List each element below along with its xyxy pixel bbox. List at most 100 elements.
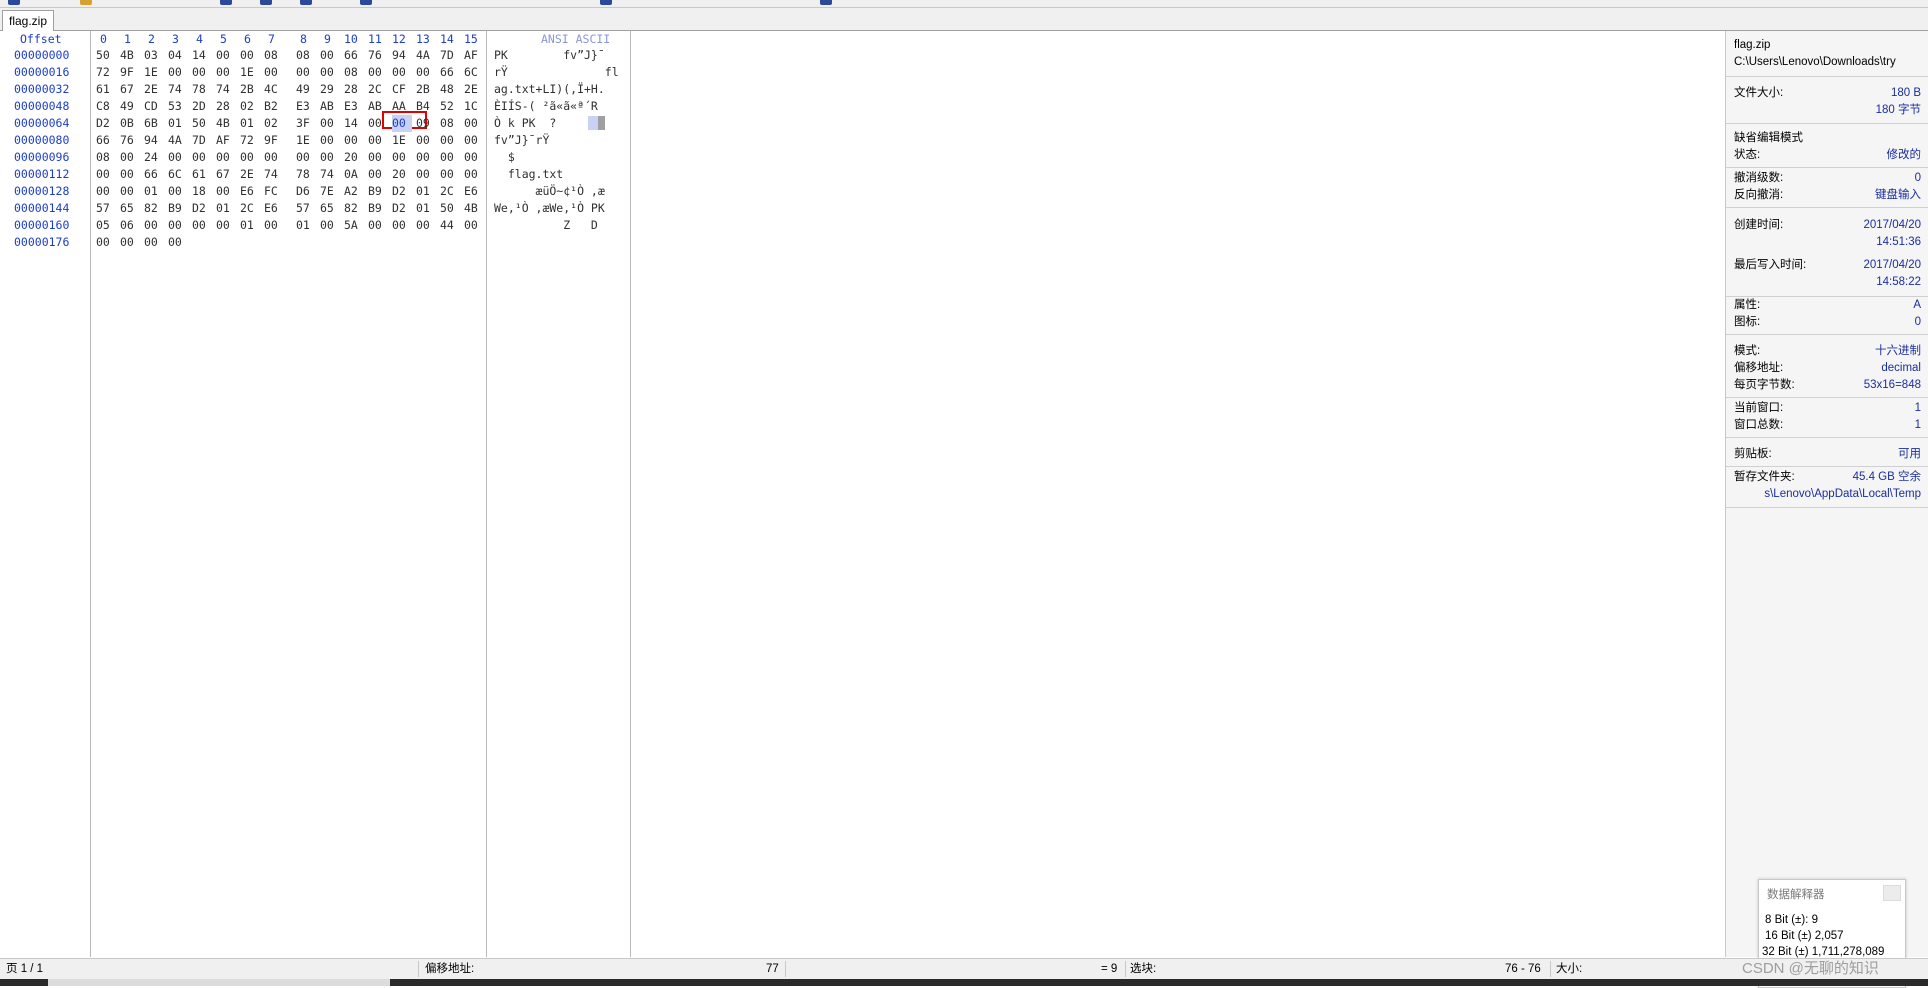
- hex-byte[interactable]: 00: [416, 149, 436, 166]
- hex-byte[interactable]: AB: [368, 98, 388, 115]
- hex-byte[interactable]: 2E: [144, 81, 164, 98]
- hex-byte[interactable]: 2E: [464, 81, 484, 98]
- hex-byte[interactable]: 82: [344, 200, 364, 217]
- hex-byte[interactable]: 1C: [464, 98, 484, 115]
- hex-byte[interactable]: 00: [320, 149, 340, 166]
- hex-byte[interactable]: 00: [416, 64, 436, 81]
- hex-byte[interactable]: 6C: [168, 166, 188, 183]
- hex-byte[interactable]: AB: [320, 98, 340, 115]
- hex-byte[interactable]: 00: [264, 149, 284, 166]
- hex-byte[interactable]: 1E: [392, 132, 412, 149]
- ascii-cell[interactable]: ÈIÍS-( ²ã«ã«ª´R: [494, 98, 598, 115]
- hex-byte[interactable]: 09: [416, 115, 436, 132]
- hex-byte[interactable]: 48: [440, 81, 460, 98]
- hex-byte[interactable]: 2B: [240, 81, 260, 98]
- hex-byte[interactable]: 78: [296, 166, 316, 183]
- hex-byte[interactable]: B9: [368, 183, 388, 200]
- hex-byte[interactable]: 00: [320, 115, 340, 132]
- hex-byte[interactable]: 76: [368, 47, 388, 64]
- hex-byte[interactable]: 00: [392, 115, 412, 132]
- hex-byte[interactable]: AF: [464, 47, 484, 64]
- hex-byte[interactable]: 00: [416, 217, 436, 234]
- hex-byte[interactable]: 01: [216, 200, 236, 217]
- hex-byte[interactable]: 66: [144, 166, 164, 183]
- hex-byte[interactable]: 7D: [192, 132, 212, 149]
- hex-byte[interactable]: 00: [368, 166, 388, 183]
- ascii-cell[interactable]: We‚¹Ò ,æWe‚¹Ò PK: [494, 200, 605, 217]
- hex-byte[interactable]: 00: [440, 149, 460, 166]
- hex-byte[interactable]: 65: [120, 200, 140, 217]
- hex-byte[interactable]: 2C: [440, 183, 460, 200]
- hex-byte[interactable]: A2: [344, 183, 364, 200]
- ascii-cell[interactable]: Z D: [494, 217, 598, 234]
- hex-byte[interactable]: 50: [96, 47, 116, 64]
- hex-byte[interactable]: 00: [320, 132, 340, 149]
- hex-byte[interactable]: 00: [216, 64, 236, 81]
- hex-byte[interactable]: 4A: [168, 132, 188, 149]
- hex-byte[interactable]: 0A: [344, 166, 364, 183]
- hex-byte[interactable]: 00: [192, 64, 212, 81]
- hex-byte[interactable]: 7D: [440, 47, 460, 64]
- hex-byte[interactable]: 05: [96, 217, 116, 234]
- hex-byte[interactable]: 04: [168, 47, 188, 64]
- hex-byte[interactable]: B4: [416, 98, 436, 115]
- hex-byte[interactable]: 49: [120, 98, 140, 115]
- hex-byte[interactable]: 00: [120, 183, 140, 200]
- hex-byte[interactable]: 02: [240, 98, 260, 115]
- hex-byte[interactable]: 01: [144, 183, 164, 200]
- hex-byte[interactable]: 28: [216, 98, 236, 115]
- hex-byte[interactable]: 01: [296, 217, 316, 234]
- hex-byte[interactable]: 7E: [320, 183, 340, 200]
- hex-byte[interactable]: 18: [192, 183, 212, 200]
- hex-byte[interactable]: 00: [296, 149, 316, 166]
- hex-byte[interactable]: 00: [264, 64, 284, 81]
- hex-byte[interactable]: 6B: [144, 115, 164, 132]
- hex-byte[interactable]: 03: [144, 47, 164, 64]
- hex-byte[interactable]: 4B: [464, 200, 484, 217]
- hex-byte[interactable]: 6C: [464, 64, 484, 81]
- hex-byte[interactable]: 00: [216, 183, 236, 200]
- hex-byte[interactable]: 00: [416, 132, 436, 149]
- hex-byte[interactable]: E6: [240, 183, 260, 200]
- tab-flag-zip[interactable]: flag.zip: [2, 10, 55, 31]
- hex-byte[interactable]: 57: [96, 200, 116, 217]
- hex-byte[interactable]: 28: [344, 81, 364, 98]
- hex-byte[interactable]: 61: [192, 166, 212, 183]
- ascii-cell[interactable]: $: [494, 149, 515, 166]
- hex-byte[interactable]: 00: [168, 149, 188, 166]
- hex-byte[interactable]: 4A: [416, 47, 436, 64]
- hex-byte[interactable]: 00: [368, 149, 388, 166]
- hex-byte[interactable]: B9: [168, 200, 188, 217]
- hex-byte[interactable]: 20: [392, 166, 412, 183]
- hex-byte[interactable]: D2: [392, 200, 412, 217]
- hex-byte[interactable]: 66: [96, 132, 116, 149]
- hex-byte[interactable]: D2: [392, 183, 412, 200]
- hex-byte[interactable]: 9F: [264, 132, 284, 149]
- hex-byte[interactable]: 4B: [216, 115, 236, 132]
- hex-byte[interactable]: 2C: [368, 81, 388, 98]
- hex-byte[interactable]: B2: [264, 98, 284, 115]
- hex-byte[interactable]: 00: [440, 132, 460, 149]
- hex-byte[interactable]: 66: [344, 47, 364, 64]
- hex-byte[interactable]: 50: [440, 200, 460, 217]
- hex-byte[interactable]: 82: [144, 200, 164, 217]
- hex-byte[interactable]: D2: [96, 115, 116, 132]
- hex-byte[interactable]: 2E: [240, 166, 260, 183]
- hex-byte[interactable]: 00: [392, 217, 412, 234]
- hex-byte[interactable]: 00: [320, 217, 340, 234]
- hex-byte[interactable]: 00: [416, 166, 436, 183]
- hex-byte[interactable]: 24: [144, 149, 164, 166]
- hex-byte[interactable]: 4B: [120, 47, 140, 64]
- hex-byte[interactable]: 74: [320, 166, 340, 183]
- tool-icon[interactable]: [600, 0, 612, 5]
- hex-byte[interactable]: 00: [320, 64, 340, 81]
- hex-byte[interactable]: 74: [264, 166, 284, 183]
- hex-byte[interactable]: 00: [344, 132, 364, 149]
- hex-byte[interactable]: AA: [392, 98, 412, 115]
- hex-byte[interactable]: 14: [344, 115, 364, 132]
- hex-byte[interactable]: 00: [440, 166, 460, 183]
- hex-byte[interactable]: 67: [120, 81, 140, 98]
- hex-byte[interactable]: 00: [168, 234, 188, 251]
- hex-byte[interactable]: 5A: [344, 217, 364, 234]
- hex-byte[interactable]: 53: [168, 98, 188, 115]
